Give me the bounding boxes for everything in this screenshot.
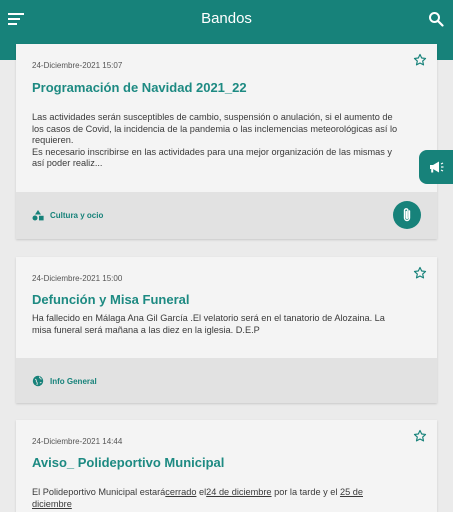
globe-icon [32,375,44,387]
bando-body: Ha fallecido en Málaga Ana Gil García .E… [32,313,385,335]
bando-date: 24-Diciembre-2021 15:07 [32,61,123,70]
bando-title[interactable]: Aviso_ Polideportivo Municipal [32,455,224,470]
category-label[interactable]: Cultura y ocio [32,210,103,221]
star-outline-icon[interactable] [413,429,427,443]
page-title: Bandos [201,10,252,27]
star-outline-icon[interactable] [413,53,427,67]
shapes-icon [32,210,44,221]
bando-title[interactable]: Defunción y Misa Funeral [32,292,189,307]
body-text: El Polideportivo Municipal estará [32,487,166,497]
bando-footer: Info General [16,358,437,403]
attachment-button[interactable] [393,201,421,229]
megaphone-icon [430,161,444,173]
bando-body: Las actividades serán susceptibles de ca… [32,112,398,169]
search-icon[interactable] [428,11,444,27]
bando-footer: Cultura y ocio [16,192,437,239]
category-text: Cultura y ocio [50,211,104,220]
bando-date: 24-Diciembre-2021 15:00 [32,274,123,283]
bando-title[interactable]: Programación de Navidad 2021_22 [32,80,247,95]
announcements-tab[interactable] [419,150,453,184]
bando-date: 24-Diciembre-2021 14:44 [32,437,123,446]
category-label[interactable]: Info General [32,375,97,387]
body-text: el [196,487,207,497]
body-text: por la tarde y el [271,487,340,497]
body-text-underlined: cerrado [165,487,197,497]
category-text: Info General [50,376,97,386]
bando-card[interactable]: 24-Diciembre-2021 15:00 Defunción y Misa… [16,257,437,403]
bando-card[interactable]: 24-Diciembre-2021 14:44 Aviso_ Polidepor… [16,420,437,512]
bando-body: El Polideportivo Municipal estarácerrado… [32,487,404,510]
body-text-underlined: 24 de diciembre [206,487,272,497]
bando-card[interactable]: 24-Diciembre-2021 15:07 Programación de … [16,44,437,239]
paperclip-icon [403,208,411,222]
star-outline-icon[interactable] [413,266,427,280]
